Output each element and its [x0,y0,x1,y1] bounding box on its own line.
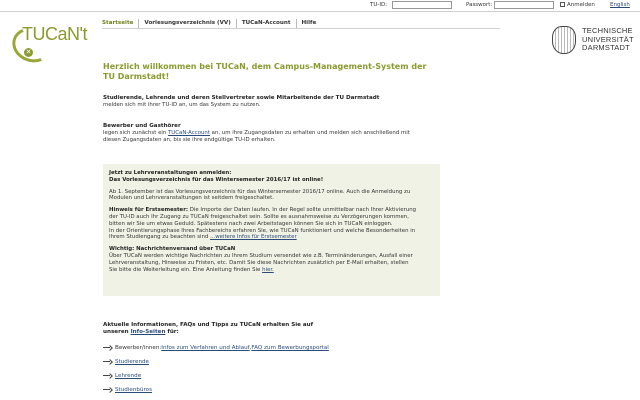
notice-p2-line1: Hinweis für Erstsemester: Die Importe de… [109,207,434,214]
page-title: Herzlich willkommen bei TUCaN, dem Campu… [103,62,441,82]
arrow-right-icon [103,359,112,365]
tu-darmstadt-logo[interactable]: TECHNISCHE UNIVERSITÄT DARMSTADT [552,26,636,56]
title-line2: TU Darmstadt! [103,72,170,81]
login-bar: TU-ID: Passwort: Anmelden English [0,0,640,11]
notice-heading1: Jetzt zu Lehrveranstaltungen anmelden: [109,170,232,176]
info-heading-after: für: [165,329,179,335]
notice-p2-text: Die Importe der Daten laufen. In der Reg… [188,207,417,214]
arrow-right-icon [103,373,112,379]
notice-p2-line2: der TU-ID auch Ihr Zugang zu TUCaN freig… [109,213,409,220]
students-text: melden sich mit ihrer TU-ID an, um das S… [103,102,261,108]
tuid-label: TU-ID: [370,2,388,8]
notice-p2-line3: bitten wir Sie um etwas Geduld. Späteste… [109,220,393,227]
erstsemester-info-link[interactable]: ...weitere Infos für Erstsemester [210,234,297,240]
study-offices-info-link[interactable]: Studienbüros [115,387,152,393]
applicants-heading: Bewerber und Gasthörer [103,123,181,129]
forwarding-guide-link[interactable]: hier. [262,267,274,273]
arrow-right-icon [103,345,112,351]
info-heading-line1: Aktuelle Informationen, FAQs und Tipps z… [103,322,314,328]
students-section: Studierende, Lehrende und deren Stellver… [103,95,441,109]
applicants-text-line2: diesen Zugangsdaten an, bis sie ihre end… [103,137,276,143]
login-label: Anmelden [567,2,595,8]
info-heading-line2: unseren Info-Seiten für: [103,329,441,336]
notice-p3-line3: Sie bitte die Weiterleitung ein. Eine An… [109,267,434,274]
title-line1: Herzlich willkommen bei TUCaN, dem Campu… [103,62,427,71]
arrow-right-icon [103,387,112,393]
lecturers-info-link[interactable]: Lehrende [115,373,141,379]
university-name: TECHNISCHE UNIVERSITÄT DARMSTADT [582,26,634,53]
notice-p3-heading: Wichtig: Nachrichtenversand über TUCaN [109,246,236,253]
applicants-section: Bewerber und Gasthörer legen sich zunäch… [103,123,441,144]
erstsemester-hint-label: Hinweis für Erstsemester: [109,207,189,214]
applicants-text-after: an, um ihre Zugangsdaten zu erhalten und… [209,130,410,136]
applicants-info-row: Bewerber/innen: Infos zum Verfahren und … [103,345,329,351]
notice-p3-line1: Über TUCaN werden wichtige Nachrichten z… [109,252,413,259]
tuid-input[interactable] [392,1,452,9]
notice-p2-line4: In der Orientierungsphase Ihres Fachbere… [109,227,416,234]
password-input[interactable] [494,1,554,9]
notice-p2-line5-text: Ihrem Studiengang zu beachten sind [109,234,211,241]
notice-p1-line1: Ab 1. September ist das Vorlesungsverzei… [109,188,411,195]
applicants-text: legen sich zunächst ein TUCaN-Account an… [103,130,441,137]
logo-text: TUCaN't [22,24,87,44]
procedure-info-link[interactable]: Infos zum Verfahren und Ablauf [161,345,249,351]
welcome-section: Herzlich willkommen bei TUCaN, dem Campu… [103,62,441,82]
login-icon [560,2,565,7]
tucant-logo[interactable]: TUCaN't ✕ [7,22,92,68]
notice-p3-line2: Lehrveranstaltung, Hinweise zu Fristen, … [109,259,409,266]
students-heading: Studierende, Lehrende und deren Stellver… [103,95,380,101]
applicants-text-before: legen sich zunächst ein [103,130,169,136]
info-pages-link[interactable]: Info-Seiten [131,329,166,335]
password-label: Passwort: [466,2,493,8]
lecturers-info-row: Lehrende [103,373,141,379]
language-link[interactable]: English [610,2,630,8]
tucan-account-link[interactable]: TUCaN-Account [168,130,210,136]
application-portal-faq-link[interactable]: FAQ zum Bewerbungsportal [251,345,328,351]
university-line3: DARMSTADT [582,43,630,52]
notice-p3-line3-text: Sie bitte die Weiterleitung ein. Eine An… [109,266,263,273]
notice-p1-line2: Modulen und Lehrveranstaltungen ist seit… [109,195,274,202]
info-heading-before: unseren [103,329,131,335]
notice-heading2: Das Vorlesungsverzeichnis für das Winter… [109,176,324,183]
applicants-info-label: Bewerber/innen: [115,345,162,351]
students-info-link[interactable]: Studierende [115,359,149,365]
nav-divider [102,28,500,29]
students-info-row: Studierende [103,359,149,365]
study-offices-info-row: Studienbüros [103,387,152,393]
login-button[interactable]: Anmelden [560,2,595,8]
info-section: Aktuelle Informationen, FAQs und Tipps z… [103,322,441,336]
notice-p2-line5: Ihrem Studiengang zu beachten sind ...we… [109,234,434,241]
notice-box: Jetzt zu Lehrveranstaltungen anmelden: D… [103,164,440,296]
logo-x-icon: ✕ [24,48,33,57]
topbar-divider [0,11,640,12]
athena-seal-icon [552,26,576,54]
